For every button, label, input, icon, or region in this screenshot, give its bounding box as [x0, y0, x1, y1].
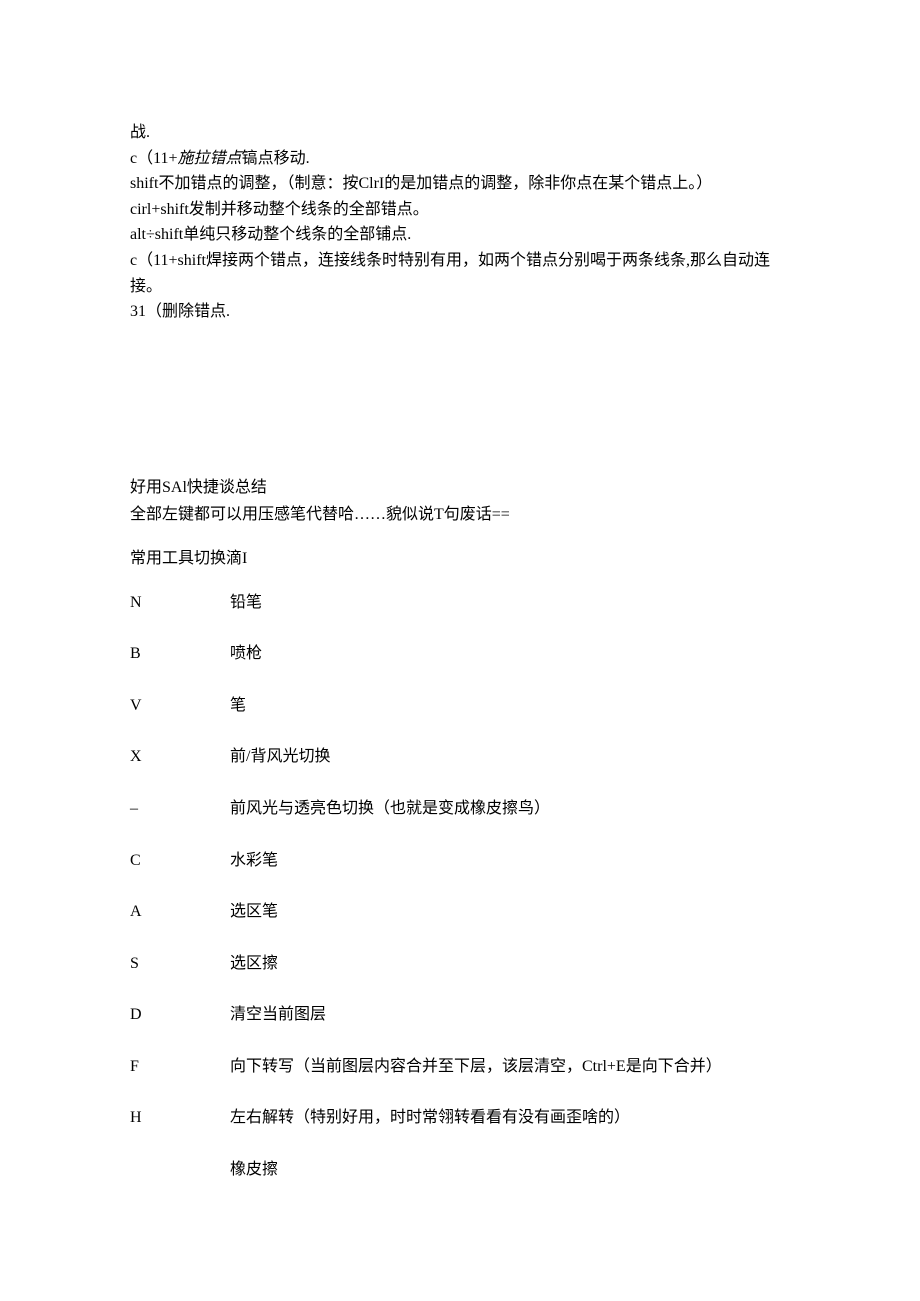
section-title: 好用SAl快捷谈总结: [130, 475, 790, 501]
shortcut-desc: 铅笔: [230, 590, 790, 616]
shortcut-desc: 喷枪: [230, 641, 790, 667]
shortcut-key: –: [130, 796, 230, 822]
shortcut-desc: 水彩笔: [230, 848, 790, 874]
text-line-3: shift不加错点的调整，（制意：按ClrI的是加错点的调整，除非你点在某个错点…: [130, 171, 790, 197]
shortcut-row: 橡皮擦: [130, 1157, 790, 1183]
shortcut-key: H: [130, 1105, 230, 1131]
shortcut-row: N 铅笔: [130, 590, 790, 616]
text-line-4: cirl+shift发制并移动整个线条的全部错点。: [130, 197, 790, 223]
shortcut-desc: 选区笔: [230, 899, 790, 925]
shortcut-key: A: [130, 899, 230, 925]
shortcut-desc: 向下转写（当前图层内容合并至下层，该层清空，Ctrl+E是向下合并）: [230, 1054, 790, 1080]
shortcut-row: H 左右解转（特别好用，时时常翎转看看有没有画歪啥的）: [130, 1105, 790, 1131]
shortcut-desc: 前风光与透亮色切换（也就是变成橡皮擦鸟）: [230, 796, 790, 822]
shortcut-desc: 前/背风光切换: [230, 744, 790, 770]
shortcut-key: N: [130, 590, 230, 616]
shortcut-key: V: [130, 693, 230, 719]
shortcut-row: F 向下转写（当前图层内容合并至下层，该层清空，Ctrl+E是向下合并）: [130, 1054, 790, 1080]
shortcut-desc: 笔: [230, 693, 790, 719]
shortcut-key: C: [130, 848, 230, 874]
text-line-7: 31（删除错点.: [130, 299, 790, 325]
text-line-2: c（11+施拉错点镐点移动.: [130, 146, 790, 172]
shortcut-row: – 前风光与透亮色切换（也就是变成橡皮擦鸟）: [130, 796, 790, 822]
shortcut-desc: 橡皮擦: [230, 1157, 790, 1183]
shortcut-key: S: [130, 951, 230, 977]
section-gap: [130, 325, 790, 475]
shortcut-key: X: [130, 744, 230, 770]
shortcut-row: B 喷枪: [130, 641, 790, 667]
shortcut-key: D: [130, 1002, 230, 1028]
shortcut-desc: 选区擦: [230, 951, 790, 977]
text-line-6: c（11+shift焊接两个错点，连接线条时特别有用，如两个错点分别喝于两条线条…: [130, 248, 790, 299]
shortcut-row: C 水彩笔: [130, 848, 790, 874]
shortcut-desc: 清空当前图层: [230, 1002, 790, 1028]
shortcut-row: S 选区擦: [130, 951, 790, 977]
shortcut-row: D 清空当前图层: [130, 1002, 790, 1028]
section-subtitle: 全部左键都可以用压感笔代替哈……貌似说T句废话==: [130, 502, 790, 528]
italic-segment: 施拉错点: [178, 150, 242, 167]
shortcut-row: X 前/背风光切换: [130, 744, 790, 770]
top-section: 战. c（11+施拉错点镐点移动. shift不加错点的调整，（制意：按ClrI…: [130, 120, 790, 325]
shortcut-table: N 铅笔 B 喷枪 V 笔 X 前/背风光切换 – 前风光与透亮色切换（也就是变…: [130, 590, 790, 1183]
shortcut-row: V 笔: [130, 693, 790, 719]
section-subheading: 常用工具切换滴I: [130, 546, 790, 572]
shortcut-key: B: [130, 641, 230, 667]
mid-section: 好用SAl快捷谈总结 全部左键都可以用压感笔代替哈……貌似说T句废话== 常用工…: [130, 475, 790, 572]
shortcut-key: F: [130, 1054, 230, 1080]
shortcut-key: [130, 1157, 230, 1183]
shortcut-row: A 选区笔: [130, 899, 790, 925]
text-line-1: 战.: [130, 120, 790, 146]
text-line-5: alt÷shift单纯只移动整个线条的全部铺点.: [130, 222, 790, 248]
shortcut-desc: 左右解转（特别好用，时时常翎转看看有没有画歪啥的）: [230, 1105, 790, 1131]
